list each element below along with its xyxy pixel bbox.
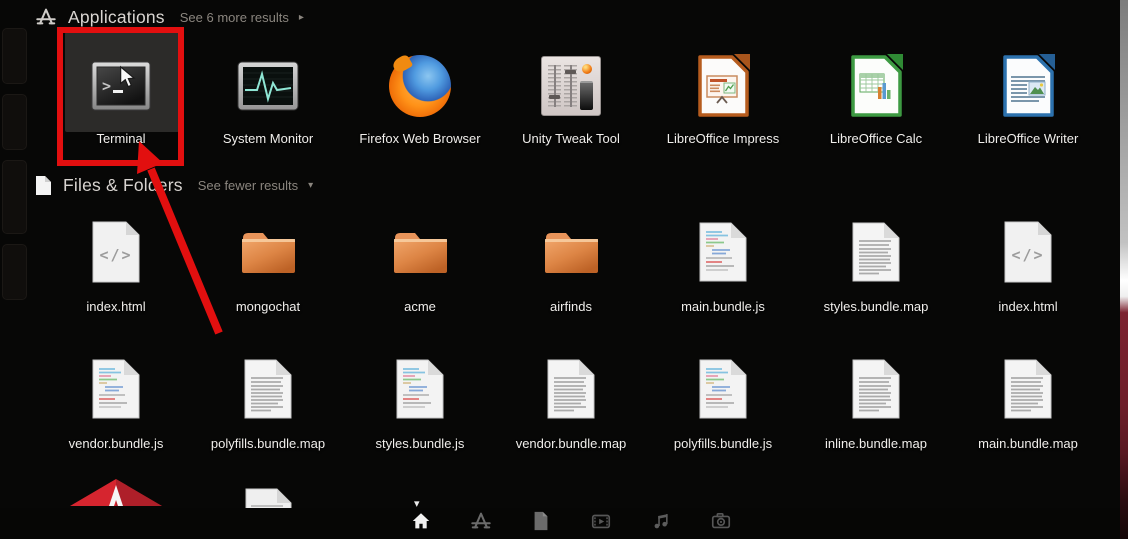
app-label: Unity Tweak Tool xyxy=(522,131,620,146)
home-lens-icon[interactable] xyxy=(410,510,432,532)
app-label: LibreOffice Impress xyxy=(666,131,780,146)
files-lens-icon[interactable] xyxy=(530,510,552,532)
file-tile[interactable]: styles.bundle.js xyxy=(345,348,495,458)
file-label: index.html xyxy=(998,299,1058,314)
firefox-icon xyxy=(389,54,451,118)
angular-logo-partial-icon[interactable] xyxy=(68,476,164,511)
applications-lens-icon xyxy=(35,6,57,28)
file-label: polyfills.bundle.map xyxy=(210,436,326,451)
source-file-icon xyxy=(395,357,445,421)
text-file-icon xyxy=(243,357,293,421)
files-results-toggle[interactable]: See fewer results xyxy=(198,178,298,193)
app-label: Firefox Web Browser xyxy=(359,131,481,146)
app-tile-libreoffice-impress[interactable]: LibreOffice Impress xyxy=(648,30,798,154)
photos-lens-icon[interactable] xyxy=(710,510,732,532)
launcher-hint xyxy=(2,244,27,300)
file-label: acme xyxy=(404,299,436,314)
file-label: styles.bundle.map xyxy=(823,299,929,314)
annotation-highlight-box xyxy=(57,27,184,166)
mouse-cursor xyxy=(120,65,136,88)
text-file-icon xyxy=(851,357,901,421)
active-lens-caret-icon: ▾ xyxy=(414,498,420,510)
launcher-hint xyxy=(2,94,27,150)
libreoffice-writer-icon xyxy=(1001,54,1055,118)
file-tile[interactable]: main.bundle.js xyxy=(648,211,798,321)
text-file-icon xyxy=(546,357,596,421)
collapse-arrow-icon[interactable]: ▾ xyxy=(308,180,313,191)
music-lens-icon[interactable] xyxy=(650,510,672,532)
bottom-fade xyxy=(0,508,1120,539)
source-file-icon xyxy=(91,357,141,421)
file-tile[interactable]: vendor.bundle.map xyxy=(496,348,646,458)
file-tile[interactable]: vendor.bundle.js xyxy=(41,348,191,458)
folder-icon xyxy=(391,220,449,284)
file-tile[interactable]: </> index.html xyxy=(41,211,191,321)
folder-icon xyxy=(239,220,297,284)
file-tile[interactable]: airfinds xyxy=(496,211,646,321)
files-lens-icon xyxy=(35,175,52,196)
applications-title: Applications xyxy=(68,6,165,27)
text-file-icon xyxy=(851,220,901,284)
files-section-header: Files & Folders See fewer results ▾ xyxy=(35,172,313,198)
app-tile-firefox[interactable]: Firefox Web Browser xyxy=(345,30,495,154)
file-label: inline.bundle.map xyxy=(825,436,927,451)
unity-tweak-tool-icon xyxy=(541,54,601,118)
file-tile[interactable]: main.bundle.map xyxy=(953,348,1103,458)
applications-results-toggle[interactable]: See 6 more results xyxy=(180,10,289,25)
svg-text:</>: </> xyxy=(1011,246,1044,264)
app-tile-libreoffice-writer[interactable]: LibreOffice Writer xyxy=(953,30,1103,154)
file-tile[interactable]: </> index.html xyxy=(953,211,1103,321)
html-code-file-icon: </> xyxy=(90,220,142,284)
file-label: vendor.bundle.map xyxy=(515,436,627,451)
app-label: LibreOffice Writer xyxy=(977,131,1079,146)
html-code-file-icon: </> xyxy=(1002,220,1054,284)
file-label: vendor.bundle.js xyxy=(68,436,164,451)
file-tile[interactable]: polyfills.bundle.js xyxy=(648,348,798,458)
launcher-hint xyxy=(2,160,27,234)
app-label: System Monitor xyxy=(222,131,314,146)
folder-icon xyxy=(542,220,600,284)
desktop-edge-strip xyxy=(1120,0,1128,539)
file-tile[interactable]: acme xyxy=(345,211,495,321)
file-tile[interactable]: polyfills.bundle.map xyxy=(193,348,343,458)
source-file-icon xyxy=(698,220,748,284)
applications-lens-icon[interactable] xyxy=(470,510,492,532)
app-tile-libreoffice-calc[interactable]: LibreOffice Calc xyxy=(801,30,951,154)
file-label: index.html xyxy=(86,299,146,314)
file-label: main.bundle.map xyxy=(978,436,1078,451)
source-file-icon xyxy=(698,357,748,421)
app-tile-unity-tweak-tool[interactable]: Unity Tweak Tool xyxy=(496,30,646,154)
video-lens-icon[interactable] xyxy=(590,510,612,532)
file-tile[interactable]: styles.bundle.map xyxy=(801,211,951,321)
text-file-icon xyxy=(1003,357,1053,421)
expand-arrow-icon[interactable]: ▸ xyxy=(299,12,304,23)
app-label: LibreOffice Calc xyxy=(829,131,923,146)
svg-text:</>: </> xyxy=(99,246,132,264)
unity-dash: Applications See 6 more results ▸ > Term… xyxy=(0,0,1128,539)
libreoffice-calc-icon xyxy=(849,54,903,118)
file-label: airfinds xyxy=(550,299,592,314)
file-label: main.bundle.js xyxy=(681,299,765,314)
file-tile[interactable]: mongochat xyxy=(193,211,343,321)
launcher-hint xyxy=(2,28,27,84)
file-label: styles.bundle.js xyxy=(375,436,465,451)
files-title: Files & Folders xyxy=(63,174,183,195)
file-label: polyfills.bundle.js xyxy=(673,436,773,451)
libreoffice-impress-icon xyxy=(696,54,750,118)
system-monitor-icon xyxy=(237,54,299,118)
file-label: mongochat xyxy=(235,299,301,314)
app-tile-system-monitor[interactable]: System Monitor xyxy=(193,30,343,154)
file-tile[interactable]: inline.bundle.map xyxy=(801,348,951,458)
